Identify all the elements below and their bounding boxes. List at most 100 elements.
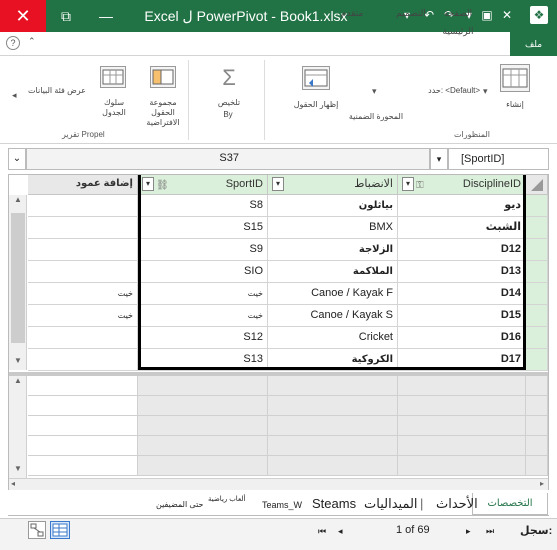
disciplineid-cell[interactable]: D17 bbox=[398, 349, 526, 371]
discipline-cell[interactable]: BMX bbox=[268, 217, 398, 239]
row-header[interactable] bbox=[526, 239, 548, 261]
calc-area-cell[interactable] bbox=[398, 396, 526, 416]
add-column-cell[interactable] bbox=[28, 195, 138, 217]
add-column-cell[interactable]: خيت bbox=[28, 305, 138, 327]
discipline-cell[interactable]: Canoe / Kayak F bbox=[268, 283, 398, 305]
lower-vertical-scrollbar[interactable]: ▲ ▼ bbox=[9, 376, 27, 478]
perspective-dropdown-icon[interactable]: ▾ bbox=[483, 86, 488, 97]
discipline-cell[interactable]: Cricket bbox=[268, 327, 398, 349]
calc-area-cell[interactable] bbox=[526, 456, 548, 476]
sheet-tab-teams[interactable]: Teams_W bbox=[262, 498, 302, 512]
calc-area-cell[interactable] bbox=[28, 416, 138, 436]
ribbon-scroll-left-icon[interactable]: ◂ bbox=[12, 90, 17, 101]
tab-home[interactable]: الصفحة الرئيسية bbox=[430, 4, 486, 36]
sheet-tab-hosts[interactable]: حتى المضيفين bbox=[156, 498, 203, 512]
next-record-icon[interactable]: ▸ bbox=[466, 526, 471, 537]
calc-area-cell[interactable] bbox=[398, 376, 526, 396]
disciplineid-cell[interactable]: الشبث bbox=[398, 217, 526, 239]
filter-dropdown-icon[interactable]: ▾ bbox=[272, 177, 284, 191]
collapse-ribbon-icon[interactable]: ⌃ bbox=[28, 36, 36, 47]
column-header-disciplineid[interactable]: ▾ ⚿ DisciplineID bbox=[398, 175, 526, 195]
name-box[interactable]: [SportID] bbox=[448, 148, 549, 170]
row-header[interactable] bbox=[526, 283, 548, 305]
row-header[interactable] bbox=[526, 305, 548, 327]
add-column-cell[interactable] bbox=[28, 261, 138, 283]
select-all-corner[interactable] bbox=[526, 175, 548, 195]
expand-formula-icon[interactable]: ⌄ bbox=[8, 148, 26, 170]
calc-area-cell[interactable] bbox=[526, 376, 548, 396]
row-header[interactable] bbox=[526, 195, 548, 217]
prev-record-icon[interactable]: ◂ bbox=[338, 526, 343, 537]
perspective-select[interactable]: حدد: <Default> bbox=[420, 86, 480, 96]
column-header-sportid[interactable]: ▾ ⛓ SportID bbox=[138, 175, 268, 195]
calc-area-cell[interactable] bbox=[268, 396, 398, 416]
default-field-set-label[interactable]: مجموعة الحقول الافتراضية bbox=[140, 98, 186, 128]
table-behavior-label[interactable]: سلوك الجدول bbox=[96, 98, 132, 118]
add-column-cell[interactable] bbox=[28, 327, 138, 349]
disciplineid-cell[interactable]: D14 bbox=[398, 283, 526, 305]
calc-area-cell[interactable] bbox=[398, 416, 526, 436]
calc-area-cell[interactable] bbox=[138, 376, 268, 396]
close-button[interactable]: ✕ bbox=[0, 0, 46, 32]
add-column-cell[interactable] bbox=[28, 239, 138, 261]
scroll-down-icon[interactable]: ▼ bbox=[9, 356, 27, 370]
calc-area-cell[interactable] bbox=[268, 416, 398, 436]
disciplineid-cell[interactable]: ديو bbox=[398, 195, 526, 217]
calc-area-cell[interactable] bbox=[398, 456, 526, 476]
sheet-tab-medals[interactable]: الميداليات bbox=[364, 494, 418, 514]
sportid-cell[interactable]: S8 bbox=[138, 195, 268, 217]
add-column-cell[interactable] bbox=[28, 217, 138, 239]
first-record-icon[interactable]: ⏮ bbox=[318, 526, 326, 537]
row-header[interactable] bbox=[526, 217, 548, 239]
row-header[interactable] bbox=[526, 327, 548, 349]
scroll-right-icon[interactable]: ▸ bbox=[540, 479, 544, 488]
horizontal-scrollbar[interactable]: ◂ ▸ bbox=[9, 478, 548, 490]
calc-area-cell[interactable] bbox=[138, 456, 268, 476]
calc-area-cell[interactable] bbox=[526, 396, 548, 416]
calc-area-cell[interactable] bbox=[398, 436, 526, 456]
create-label[interactable]: إنشاء bbox=[498, 100, 532, 110]
add-column-cell[interactable] bbox=[28, 349, 138, 371]
calc-area-cell[interactable] bbox=[268, 376, 398, 396]
name-box-dropdown-icon[interactable]: ▾ bbox=[430, 148, 448, 170]
show-fields-label[interactable]: إظهار الحقول bbox=[292, 100, 340, 110]
data-labels-button[interactable]: عرض فئة البيانات bbox=[28, 86, 94, 96]
sheet-tab-sports[interactable]: ألعاب رياضية bbox=[208, 496, 252, 504]
vertical-scrollbar[interactable]: ▲ ▼ bbox=[9, 195, 27, 370]
calc-area-cell[interactable] bbox=[28, 396, 138, 416]
last-record-icon[interactable]: ⏭ bbox=[486, 526, 494, 537]
calc-area-cell[interactable] bbox=[268, 436, 398, 456]
row-header[interactable] bbox=[526, 349, 548, 371]
restore-button[interactable]: ⧉ bbox=[46, 0, 86, 32]
sportid-cell[interactable]: S9 bbox=[138, 239, 268, 261]
sportid-cell[interactable]: S15 bbox=[138, 217, 268, 239]
discipline-cell[interactable]: Canoe / Kayak S bbox=[268, 305, 398, 327]
scroll-left-icon[interactable]: ◂ bbox=[11, 479, 15, 488]
discipline-cell[interactable]: الملاكمة bbox=[268, 261, 398, 283]
grid-view-icon[interactable] bbox=[50, 521, 70, 539]
create-perspective-icon[interactable] bbox=[500, 64, 530, 92]
help-icon[interactable]: ? bbox=[6, 36, 20, 50]
calc-area-cell[interactable] bbox=[138, 416, 268, 436]
disciplineid-cell[interactable]: D13 bbox=[398, 261, 526, 283]
sheet-tab-steams[interactable]: Steams bbox=[312, 494, 356, 514]
disciplineid-cell[interactable]: D15 bbox=[398, 305, 526, 327]
formula-bar[interactable]: S37 bbox=[26, 148, 430, 170]
calc-area-cell[interactable] bbox=[526, 436, 548, 456]
row-header[interactable] bbox=[526, 261, 548, 283]
calc-area-cell[interactable] bbox=[526, 416, 548, 436]
implicit-pivot-label[interactable]: المحورة الضمنية bbox=[348, 112, 404, 122]
column-header-discipline[interactable]: ▾ الانضباط bbox=[268, 175, 398, 195]
sheet-tab-events[interactable]: الأحداث bbox=[436, 494, 478, 514]
implicit-dropdown-icon[interactable]: ▾ bbox=[372, 86, 377, 97]
scrollbar-thumb[interactable] bbox=[11, 213, 25, 343]
calc-area-cell[interactable] bbox=[268, 456, 398, 476]
scroll-up-icon[interactable]: ▲ bbox=[9, 195, 27, 209]
summarize-label[interactable]: تلخيص bbox=[206, 98, 252, 108]
diagram-view-icon[interactable] bbox=[28, 521, 46, 539]
tab-design[interactable]: التصميم bbox=[386, 4, 436, 22]
scroll-up-icon[interactable]: ▲ bbox=[9, 376, 27, 390]
calc-area-cell[interactable] bbox=[138, 396, 268, 416]
disciplineid-cell[interactable]: D12 bbox=[398, 239, 526, 261]
column-header-add[interactable]: إضافة عمود bbox=[28, 175, 138, 195]
